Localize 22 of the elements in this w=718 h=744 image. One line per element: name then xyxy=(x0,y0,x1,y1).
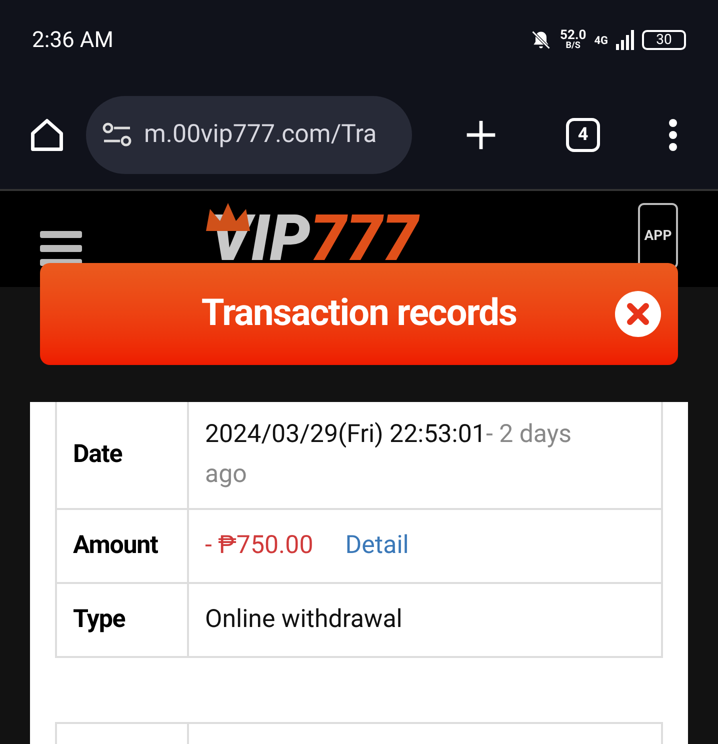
speed-text: 52.0 xyxy=(560,29,586,42)
detail-link[interactable]: Detail xyxy=(345,527,409,565)
row-label: Date xyxy=(73,439,122,472)
amount-text: - ₱750.00 xyxy=(205,530,314,562)
row-label: Type xyxy=(73,604,126,636)
clock-text: 2:36 AM xyxy=(32,26,114,54)
more-icon[interactable] xyxy=(668,118,678,152)
tune-icon[interactable] xyxy=(102,122,132,148)
tab-count-button[interactable]: 4 xyxy=(566,118,600,152)
close-icon[interactable] xyxy=(614,290,662,338)
speed-unit: B/S xyxy=(566,42,580,51)
row-label: Amount xyxy=(73,530,158,562)
modal-title: Transaction records xyxy=(201,291,517,338)
address-bar[interactable]: m.00vip777.com/Tra xyxy=(86,96,412,174)
bell-off-icon xyxy=(530,29,552,51)
logo-number: 777 xyxy=(310,207,418,271)
battery-text: 30 xyxy=(656,33,672,47)
date-text: 2024/03/29(Fri) 22:53:01- 2 days ago xyxy=(205,419,573,491)
network-text: 4G xyxy=(594,33,608,49)
type-text: Online withdrawal xyxy=(205,604,402,636)
signal-icon xyxy=(616,30,634,50)
url-text: m.00vip777.com/Tra xyxy=(144,118,377,151)
